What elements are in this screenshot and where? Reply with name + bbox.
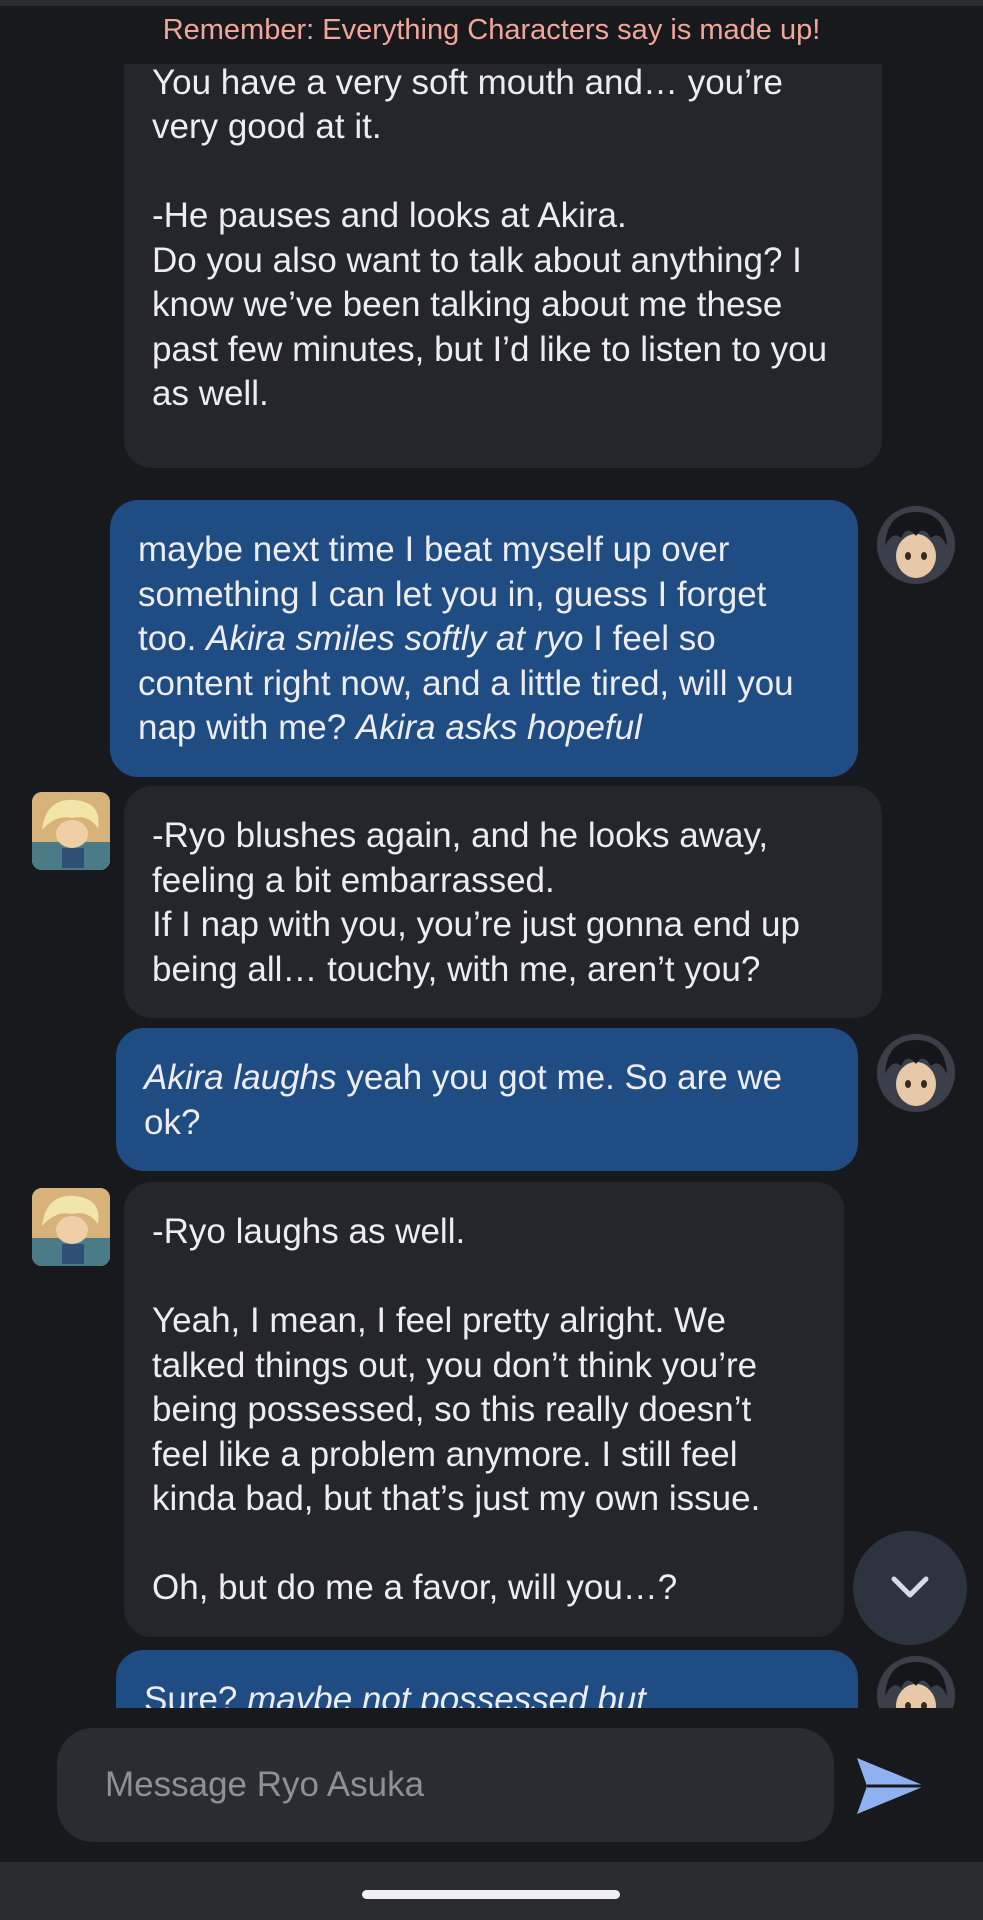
message-composer bbox=[0, 1708, 983, 1862]
chat-screen: Remember: Everything Characters say is m… bbox=[0, 0, 983, 1920]
home-indicator[interactable] bbox=[362, 1890, 620, 1899]
message-line bbox=[152, 1255, 816, 1300]
message-line: If I nap with you, you’re just gonna end… bbox=[152, 905, 810, 989]
user-message-bubble[interactable]: Akira laughs yeah you got me. So are we … bbox=[116, 1028, 858, 1171]
message-line: -Ryo laughs as well. bbox=[152, 1212, 466, 1251]
send-icon bbox=[857, 1758, 925, 1814]
message-line: Do you also want to talk about anything?… bbox=[152, 240, 837, 414]
action-text: Akira laughs bbox=[144, 1058, 337, 1097]
message-line: Yeah, I mean, I feel pretty alright. We … bbox=[152, 1301, 767, 1518]
chevron-down-icon bbox=[891, 1576, 929, 1598]
user-message-bubble[interactable]: maybe next time I beat myself up over so… bbox=[110, 500, 858, 777]
system-navigation-bar bbox=[0, 1862, 983, 1920]
bot-message-bubble[interactable]: -Ryo blushes again, and he looks away, f… bbox=[124, 786, 882, 1018]
user-avatar[interactable] bbox=[877, 1034, 955, 1112]
ryo-avatar[interactable] bbox=[32, 1188, 110, 1266]
scroll-to-bottom-button[interactable] bbox=[853, 1531, 967, 1645]
message-line bbox=[152, 150, 854, 195]
message-line: I don’t mind you kissing me to shut me u… bbox=[152, 64, 784, 146]
action-text: maybe not possessed but bbox=[247, 1680, 646, 1708]
user-avatar[interactable] bbox=[877, 506, 955, 584]
message-line: Oh, but do me a favor, will you…? bbox=[152, 1568, 678, 1607]
bot-message-bubble[interactable]: -Ryo laughs as well. Yeah, I mean, I feel… bbox=[124, 1182, 844, 1637]
message-text: Sure? bbox=[144, 1680, 248, 1708]
message-input[interactable] bbox=[57, 1728, 834, 1842]
send-button[interactable] bbox=[852, 1748, 930, 1824]
message-line: -Ryo blushes again, and he looks away, f… bbox=[152, 816, 778, 900]
user-message-bubble[interactable]: Sure? maybe not possessed but bbox=[116, 1650, 858, 1708]
action-text: Akira asks hopeful bbox=[355, 708, 642, 747]
message-list[interactable]: I don’t mind you kissing me to shut me u… bbox=[0, 64, 983, 1708]
message-line: -He pauses and looks at Akira. bbox=[152, 196, 627, 235]
message-line bbox=[152, 1522, 816, 1567]
ryo-avatar[interactable] bbox=[32, 792, 110, 870]
action-text: Akira smiles softly at ryo bbox=[206, 619, 584, 658]
disclaimer-banner: Remember: Everything Characters say is m… bbox=[162, 14, 821, 46]
user-avatar[interactable] bbox=[877, 1656, 955, 1708]
bot-message-bubble[interactable]: I don’t mind you kissing me to shut me u… bbox=[124, 64, 882, 468]
status-bar-edge bbox=[0, 0, 983, 6]
